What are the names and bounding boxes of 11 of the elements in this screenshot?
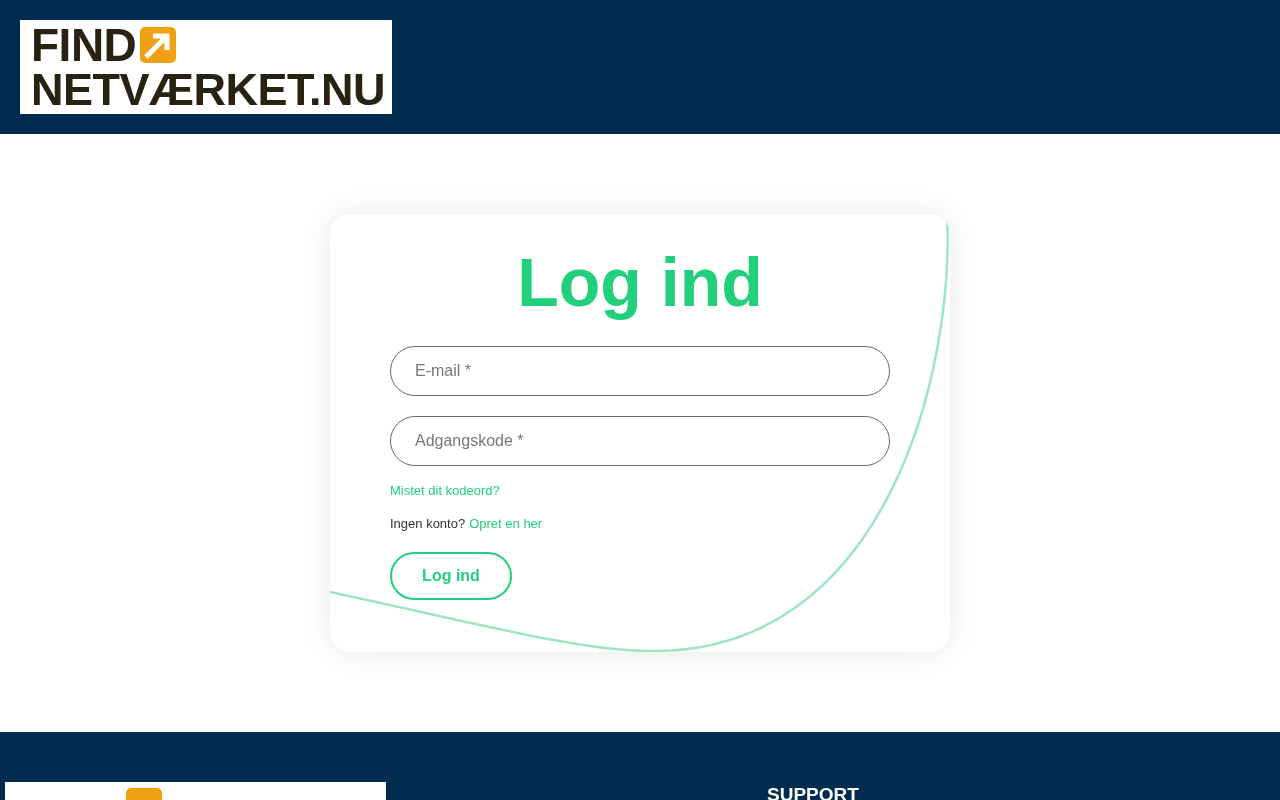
footer-logo[interactable] [5,782,386,800]
input-field[interactable]: Adgangskode * [390,415,890,466]
login-button[interactable]: Log ind [390,551,512,600]
forgot-password-link[interactable]: Mistet dit kodeord? [390,482,500,498]
logo-text: FIND [31,22,137,68]
logo[interactable]: FIND NETVÆRKET.NU [20,20,392,114]
login-title: Log ind [517,243,763,322]
input-field[interactable]: E-mail * [390,345,890,396]
signup-link[interactable]: Opret en her [469,515,543,531]
logo-text: NETVÆRKET.NU [31,67,381,112]
signup-prompt: Ingen konto? [390,515,466,531]
